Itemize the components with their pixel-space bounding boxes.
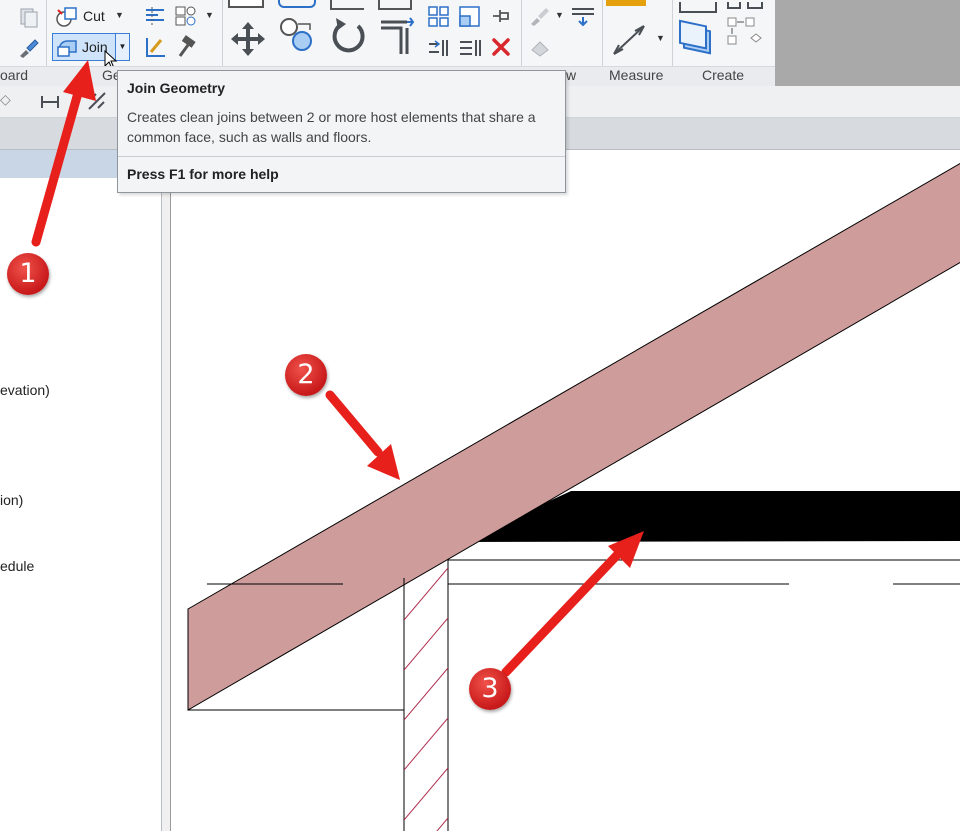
browser-item-section[interactable]: ion) [0, 492, 23, 508]
create-group-icon[interactable] [676, 0, 720, 60]
create-panel-title: Create [702, 67, 745, 83]
chevron-right-icon[interactable]: ◇ [0, 91, 11, 108]
project-browser: evation) ion) edule [0, 150, 162, 831]
revit-window: Cut ▼ Join ▼ ▼ ▼ ▼ oard Ge w Measure Cre… [0, 0, 960, 831]
geometry-more-dropdown-icon[interactable]: ▼ [205, 10, 214, 20]
align-icon[interactable] [228, 0, 264, 8]
ribbon-empty-area [775, 0, 960, 86]
offset-icon[interactable] [278, 0, 316, 8]
wall-outline[interactable] [447, 559, 960, 831]
callout-badge-3: 3 [469, 668, 511, 710]
join-dropdown-button[interactable]: ▼ [116, 33, 130, 61]
trim-extend-icon[interactable] [377, 14, 417, 58]
create-parts-icon[interactable] [726, 0, 766, 56]
cut-dropdown-icon[interactable]: ▼ [115, 10, 124, 20]
browser-item-elevation[interactable]: evation) [0, 382, 50, 398]
callout-badge-1: 1 [7, 253, 49, 295]
copy-icon[interactable] [278, 16, 318, 56]
override-dropdown-icon[interactable]: ▼ [555, 10, 564, 20]
tooltip-help-text: Press F1 for more help [127, 166, 279, 182]
measure-icon[interactable] [608, 18, 652, 62]
measure-dropdown-icon[interactable]: ▼ [656, 33, 665, 43]
cut-label[interactable]: Cut [83, 8, 105, 24]
match-properties-icon[interactable] [17, 36, 41, 60]
join-geometry-icon [57, 40, 77, 57]
tooltip-divider [118, 156, 565, 157]
mirror-pick-axis-icon[interactable] [330, 0, 364, 10]
view-panel-title: w [566, 67, 577, 83]
split-gap-icon[interactable] [427, 36, 451, 60]
section-view-drawing [187, 162, 960, 831]
linework-icon[interactable] [570, 5, 596, 27]
tooltip-title: Join Geometry [127, 80, 226, 96]
split-face-icon[interactable] [174, 5, 198, 27]
dimension-icon[interactable] [40, 93, 60, 111]
override-graphics-icon[interactable] [528, 5, 552, 27]
split-element-icon[interactable] [378, 0, 412, 10]
hide-element-icon[interactable] [528, 36, 552, 58]
aligned-dimension-icon[interactable] [86, 90, 108, 112]
drawing-frame [162, 150, 960, 831]
rotate-icon[interactable] [328, 16, 368, 58]
wall-hatch [404, 567, 448, 831]
roof-element[interactable] [187, 162, 960, 711]
clipboard-panel-title: oard [0, 67, 29, 83]
demolish-icon[interactable] [174, 35, 198, 59]
unpin-icon[interactable] [458, 36, 482, 60]
pin-icon[interactable] [490, 6, 512, 26]
browser-item-schedule[interactable]: edule [0, 558, 34, 574]
paint-icon[interactable] [144, 35, 166, 59]
scale-icon[interactable] [458, 5, 482, 29]
paste-icon[interactable] [18, 6, 40, 28]
move-icon[interactable] [229, 20, 267, 58]
callout-badge-2: 2 [285, 354, 327, 396]
measure-top-swatch [606, 0, 646, 6]
delete-icon[interactable] [490, 36, 512, 58]
measure-panel-title: Measure [609, 67, 664, 83]
tooltip-description: Creates clean joins between 2 or more ho… [127, 109, 536, 145]
wall-joins-icon[interactable] [144, 5, 166, 27]
cut-geometry-icon[interactable] [55, 6, 79, 28]
array-icon[interactable] [427, 5, 451, 29]
drawing-canvas[interactable] [170, 150, 960, 831]
join-geometry-tooltip: Join Geometry Creates clean joins betwee… [117, 70, 566, 193]
